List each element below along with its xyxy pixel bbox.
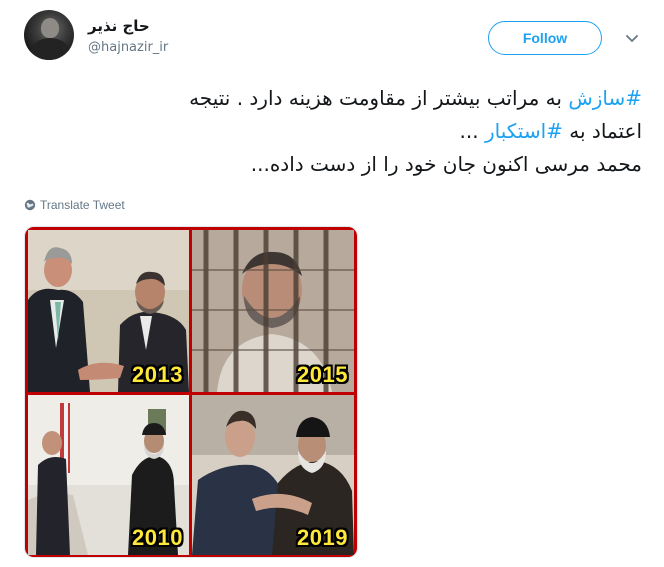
year-label: 2013 <box>132 362 183 387</box>
tweet-media-image[interactable]: 2013 2015 2010 2019 <box>24 226 358 558</box>
tweet-line-2-text-after: ... <box>459 119 485 143</box>
tweet-text: #سازش به مراتب بیشتر از مقاومت هزینه دار… <box>22 82 642 181</box>
tweet-line-3: محمد مرسی اکنون جان خود را از دست داده..… <box>250 152 642 176</box>
tweet-line-1: #سازش به مراتب بیشتر از مقاومت هزینه دار… <box>22 82 642 115</box>
follow-button[interactable]: Follow <box>488 21 602 55</box>
tweet-line-2: اعتماد به #استکبار ... <box>22 115 642 148</box>
photo-panel-top-right: 2015 <box>192 230 354 392</box>
translate-tweet-link[interactable]: Translate Tweet <box>24 198 125 212</box>
tweet-line-1-text: به مراتب بیشتر از مقاومت هزینه دارد . نت… <box>189 86 569 110</box>
year-label: 2015 <box>297 362 348 387</box>
hashtag-link[interactable]: #سازش <box>568 86 642 110</box>
username[interactable]: @hajnazir_ir <box>88 40 168 55</box>
photo-panel-bottom-left: 2010 <box>28 395 189 555</box>
year-label: 2010 <box>132 525 183 550</box>
avatar-shoulders <box>30 38 70 60</box>
tweet-line-2-text-before: اعتماد به <box>562 119 642 143</box>
year-label: 2019 <box>297 525 348 550</box>
display-name[interactable]: حاج نذیر <box>88 17 150 35</box>
translate-label: Translate Tweet <box>40 198 125 212</box>
photo-panel-top-left: 2013 <box>28 230 189 392</box>
caret-down-icon[interactable] <box>624 30 640 46</box>
avatar-head <box>41 18 59 38</box>
globe-icon <box>24 199 36 211</box>
tweet-header: حاج نذیر @hajnazir_ir Follow <box>24 10 644 68</box>
avatar[interactable] <box>24 10 74 60</box>
hashtag-link[interactable]: #استکبار <box>485 119 563 143</box>
photo-panel-bottom-right: 2019 <box>192 395 354 555</box>
